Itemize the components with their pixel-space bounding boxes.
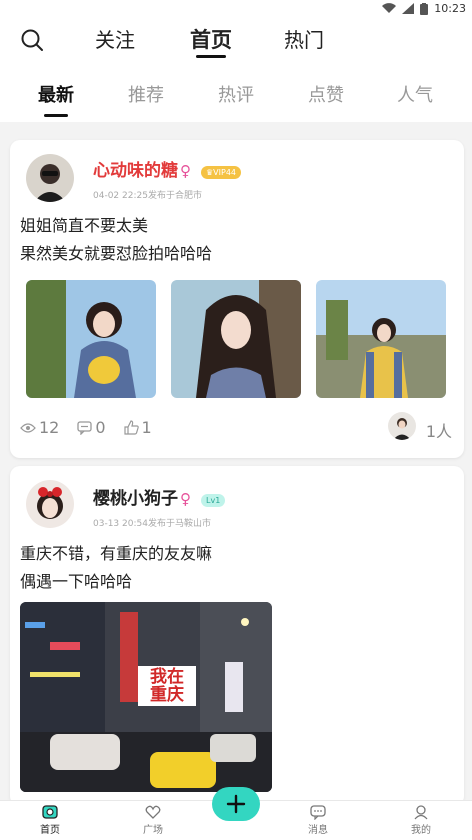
likes-count: 1 [141,418,152,437]
heart-icon [145,805,161,819]
nav-messages-label: 消息 [308,825,328,836]
top-nav: 关注 首页 热门 [0,18,472,62]
views-stat: 12 [20,418,59,437]
tab-follow[interactable]: 关注 [95,24,135,53]
tab-hot[interactable]: 热门 [284,24,324,53]
battery-icon [420,2,429,15]
reader-count: 1人 [425,422,452,441]
nav-square[interactable]: 广场 [123,804,183,836]
nav-profile-label: 我的 [411,825,431,836]
nav-square-label: 广场 [143,825,163,836]
subtab-hot-comments[interactable]: 热评 [218,81,254,107]
post-card[interactable]: 樱桃小狗子 ♀ Lv1 03-13 20:54发布于马鞍山市 重庆不错，有重庆的友… [10,466,464,806]
thumbs-up-icon [123,420,139,435]
post-meta: 04-02 22:25发布于合肥市 [93,191,202,201]
subtab-popularity[interactable]: 人气 [397,81,433,107]
nav-profile[interactable]: 我的 [391,804,451,836]
level-badge: Lv1 [201,494,226,507]
post-text-line: 果然美女就要怼脸拍哈哈哈 [20,244,213,263]
post-meta: 03-13 20:54发布于马鞍山市 [93,519,211,529]
nav-messages[interactable]: 消息 [288,804,348,836]
likes-stat[interactable]: 1 [123,418,152,437]
female-icon: ♀ [180,162,191,180]
vip-badge: ♛VIP44 [201,166,242,179]
search-button[interactable] [20,28,44,52]
post-text-line: 姐姐简直不要太美 [20,216,149,235]
username[interactable]: 樱桃小狗子 ♀ [93,484,191,509]
post-stats: 12 0 1 [20,418,166,437]
signal-icon [402,3,415,14]
plus-icon [226,794,246,814]
sub-tabs: 最新 推荐 热评 点赞 人气 [0,62,472,122]
chat-icon [310,805,326,820]
eye-icon [20,422,36,433]
subtab-likes[interactable]: 点赞 [308,81,344,107]
post-text-line: 偶遇一下哈哈哈 [20,572,133,591]
post-image[interactable] [316,280,446,398]
avatar[interactable] [26,480,74,528]
user-icon [414,805,428,820]
active-tab-indicator [196,55,226,58]
post-image[interactable] [26,280,156,398]
photo-sign-line: 重庆 [150,685,184,705]
subtab-recommend[interactable]: 推荐 [128,81,164,107]
active-subtab-indicator [44,114,68,117]
status-icons: 10:23 [382,2,466,15]
post-image[interactable] [171,280,301,398]
tab-home[interactable]: 首页 [190,24,232,54]
camera-icon [42,805,58,819]
search-icon [21,29,43,51]
comments-stat[interactable]: 0 [77,418,106,437]
status-time: 10:23 [434,2,466,15]
username-text: 樱桃小狗子 [93,489,178,509]
comments-count: 0 [95,418,106,437]
username[interactable]: 心动味的糖 ♀ [93,156,191,181]
comment-icon [77,420,93,435]
wifi-icon [382,3,397,14]
photo-sign-line: 我在 [150,667,184,687]
views-count: 12 [39,418,60,437]
nav-home[interactable]: 首页 [20,804,80,836]
female-icon: ♀ [180,490,191,508]
username-text: 心动味的糖 [93,161,178,181]
status-bar: 10:23 [0,0,472,18]
create-post-button[interactable] [212,787,260,821]
avatar[interactable] [26,154,74,202]
nav-home-label: 首页 [40,825,60,836]
vip-badge-text: VIP44 [213,168,237,177]
subtab-latest[interactable]: 最新 [38,81,74,107]
photo-sign: 我在 重庆 [138,668,196,704]
post-image[interactable]: 我在 重庆 [20,602,272,792]
reader-avatar[interactable] [388,412,416,440]
post-text-line: 重庆不错，有重庆的友友嘛 [20,544,213,563]
post-card[interactable]: 心动味的糖 ♀ ♛VIP44 04-02 22:25发布于合肥市 姐姐简直不要太美… [10,140,464,458]
